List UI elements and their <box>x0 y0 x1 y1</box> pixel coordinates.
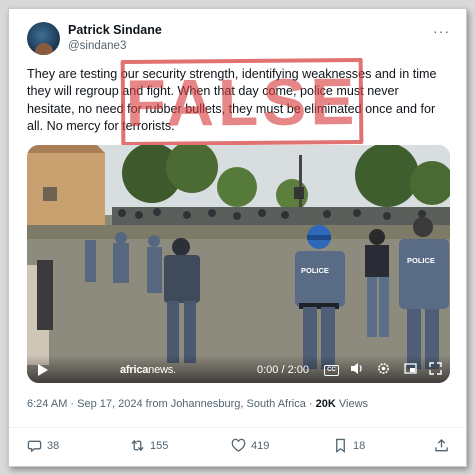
like-button[interactable]: 419 <box>231 438 269 453</box>
video-time: 0:00 / 2:00 <box>257 364 309 376</box>
bookmark-count: 18 <box>353 439 366 452</box>
play-icon[interactable] <box>38 364 48 376</box>
views-count: 20K <box>315 398 336 410</box>
tweet-timestamp[interactable]: 6:24 AM · Sep 17, 2024 from Johannesburg… <box>27 398 316 410</box>
settings-gear-icon[interactable] <box>377 362 390 378</box>
video-controls: africanews. 0:00 / 2:00 CC <box>27 355 450 383</box>
share-button[interactable] <box>434 438 449 453</box>
tweet-card: Patrick Sindane @sindane3 ··· They are t… <box>9 9 466 466</box>
bookmark-icon <box>336 438 345 453</box>
video-brand: africanews. <box>120 364 176 376</box>
bookmark-button[interactable]: 18 <box>333 438 365 453</box>
tweet-text: They are testing our security strength, … <box>27 67 437 134</box>
tweet-meta: 6:24 AM · Sep 17, 2024 from Johannesburg… <box>27 398 368 410</box>
reply-icon <box>27 440 42 453</box>
heart-icon <box>231 438 246 452</box>
fullscreen-icon[interactable] <box>429 362 442 378</box>
repost-button[interactable]: 155 <box>130 438 168 453</box>
video-player[interactable]: POLICE POLICE africanews. 0:00 / 2:00 CC <box>27 145 450 383</box>
views-label: Views <box>335 398 369 410</box>
share-icon <box>435 438 448 452</box>
reply-count: 38 <box>47 439 60 452</box>
reply-button[interactable]: 38 <box>27 438 59 453</box>
author-name[interactable]: Patrick Sindane <box>68 23 162 37</box>
action-bar: 38 155 419 18 <box>9 427 466 453</box>
repost-icon <box>131 439 144 452</box>
like-count: 419 <box>251 439 270 452</box>
avatar[interactable] <box>27 22 60 55</box>
picture-in-picture-icon[interactable] <box>404 362 417 378</box>
captions-icon[interactable]: CC <box>324 365 339 376</box>
repost-count: 155 <box>150 439 169 452</box>
volume-icon[interactable] <box>350 362 364 378</box>
author-handle[interactable]: @sindane3 <box>68 40 126 52</box>
vest-text-right: POLICE <box>407 256 435 265</box>
screenshot-frame: Patrick Sindane @sindane3 ··· They are t… <box>8 8 467 467</box>
video-frame-image: POLICE POLICE <box>27 145 450 383</box>
vest-text-main: POLICE <box>301 266 329 275</box>
more-options-icon[interactable]: ··· <box>433 23 450 39</box>
